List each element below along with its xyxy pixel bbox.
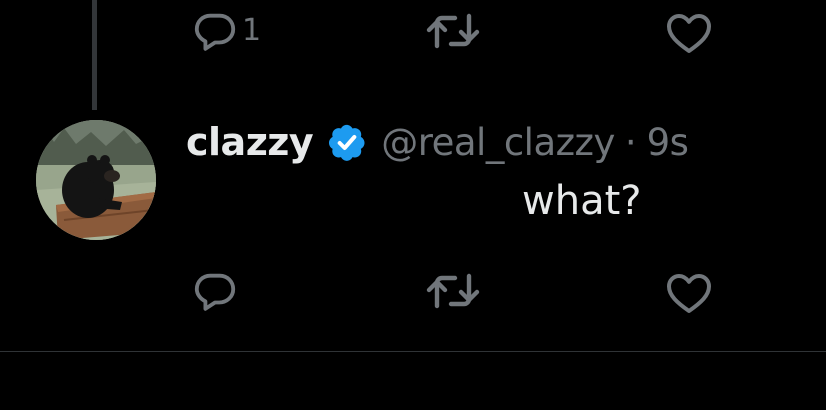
separator-dot: · — [624, 120, 637, 164]
tweet-header: clazzy @real_clazzy · 9s — [186, 116, 689, 168]
reply-icon — [192, 8, 238, 54]
like-button[interactable] — [665, 270, 713, 314]
tweet-divider — [0, 351, 826, 352]
display-name[interactable]: clazzy — [186, 120, 314, 164]
user-handle[interactable]: @real_clazzy — [381, 121, 615, 164]
repost-button[interactable] — [425, 10, 481, 52]
bear-photo-avatar — [36, 120, 156, 240]
reply-button[interactable] — [192, 268, 242, 314]
thread-connector-line — [92, 0, 97, 110]
repost-button[interactable] — [425, 270, 481, 312]
verified-badge-icon[interactable] — [327, 122, 367, 162]
repost-icon — [425, 10, 481, 52]
timestamp[interactable]: 9s — [647, 121, 689, 164]
tweet-text: what? — [522, 178, 642, 224]
heart-icon — [665, 10, 713, 54]
reply-button[interactable]: 1 — [192, 8, 261, 54]
like-button[interactable] — [665, 10, 713, 54]
avatar[interactable] — [36, 120, 156, 240]
heart-icon — [665, 270, 713, 314]
repost-icon — [425, 270, 481, 312]
reply-icon — [192, 268, 238, 314]
reply-count: 1 — [242, 13, 262, 48]
